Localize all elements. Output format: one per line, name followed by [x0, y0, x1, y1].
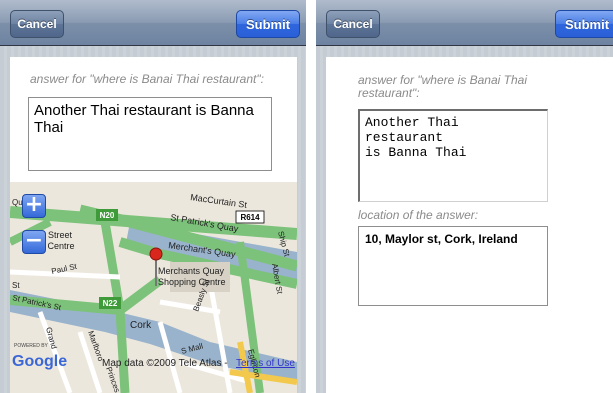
map-view[interactable]: N20 N22 R614 MacCurtain St St Patrick's …	[10, 182, 297, 393]
n22-label: N22	[103, 299, 118, 308]
cancel-button[interactable]: Cancel	[326, 10, 380, 38]
location-label: location of the answer:	[358, 208, 479, 222]
zoom-out-button[interactable]: −	[22, 230, 46, 254]
powered-by-label: POWERED BY	[14, 343, 49, 349]
answer-text-value: Another Thai restaurant is Banna Thai	[34, 102, 254, 136]
zoom-in-button[interactable]: +	[22, 194, 46, 218]
map-pin-icon[interactable]	[149, 247, 163, 261]
answer-line-2: is Banna Thai	[365, 145, 467, 160]
answer-line-1: Another Thai restaurant	[365, 115, 459, 145]
place-label-street: Street	[48, 230, 73, 240]
question-label: answer for "where is Banai Thai restaura…	[30, 72, 264, 86]
question-label: answer for "where is Banai Thai restaura…	[358, 74, 527, 100]
place-label-shopping-centre: Shopping Centre	[158, 277, 226, 287]
street-label-maccurtain: MacCurtain St	[190, 192, 248, 210]
right-form-panel: answer for "where is Banai Thai restaura…	[326, 57, 613, 393]
left-screen: Cancel Submit answer for "where is Banai…	[0, 0, 306, 393]
submit-button[interactable]: Submit	[236, 10, 300, 38]
location-value: 10, Maylor st, Cork, Ireland	[365, 232, 518, 246]
map-canvas[interactable]: N20 N22 R614 MacCurtain St St Patrick's …	[10, 182, 297, 393]
place-label-merchants-quay: Merchants Quay	[158, 266, 225, 276]
terms-of-use-link[interactable]: Terms of Use	[236, 358, 295, 369]
left-form-panel: answer for "where is Banai Thai restaura…	[10, 57, 297, 393]
left-navigation-bar: Cancel Submit	[0, 0, 306, 46]
answer-text-area[interactable]: Another Thai restaurant is Banna Thai	[358, 109, 548, 202]
cancel-button[interactable]: Cancel	[10, 10, 64, 38]
answer-text-field[interactable]: Another Thai restaurant is Banna Thai	[28, 97, 272, 171]
n20-label: N20	[100, 211, 115, 220]
location-text-field[interactable]: 10, Maylor st, Cork, Ireland	[358, 226, 548, 306]
question-label-line-2: restaurant":	[358, 86, 420, 100]
r614-label: R614	[240, 213, 260, 222]
submit-button[interactable]: Submit	[555, 10, 613, 38]
place-label-st: St	[12, 281, 20, 290]
city-label-cork: Cork	[130, 320, 152, 331]
map-attribution: Map data ©2009 Tele Atlas -	[102, 358, 228, 369]
google-logo: Google	[12, 353, 67, 370]
right-navigation-bar: Cancel Submit	[316, 0, 613, 46]
right-screen: Cancel Submit answer for "where is Banai…	[316, 0, 613, 393]
